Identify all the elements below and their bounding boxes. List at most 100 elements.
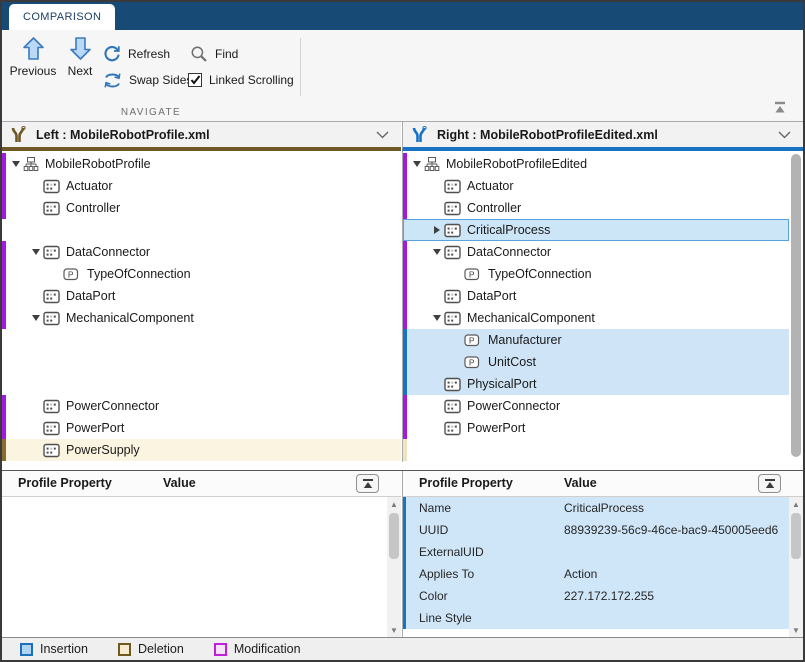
stereotype-icon <box>43 201 60 216</box>
collapse-panel-button[interactable] <box>758 474 781 493</box>
arrow-up-icon <box>22 36 45 61</box>
stereotype-icon <box>43 289 60 304</box>
compare-branch-icon <box>411 126 427 144</box>
tree-row[interactable]: PTypeOfConnection <box>403 263 789 285</box>
tree-row[interactable]: MechanicalComponent <box>403 307 789 329</box>
diff-marker-deletion <box>2 439 6 461</box>
modification-swatch-icon <box>214 643 227 656</box>
tree-row[interactable]: DataPort <box>2 285 401 307</box>
property-row[interactable]: Color227.172.172.255 <box>403 585 789 607</box>
left-property-panel: Profile Property Value ▲ ▼ <box>2 471 401 637</box>
property-row[interactable]: Applies ToAction <box>403 563 789 585</box>
property-row[interactable]: Line Style <box>403 607 789 629</box>
left-pane-header[interactable]: Left : MobileRobotProfile.xml <box>2 122 401 151</box>
tree-row[interactable]: Actuator <box>2 175 401 197</box>
property-row[interactable]: NameCriticalProcess <box>403 497 789 519</box>
property-row[interactable]: ExternalUID <box>403 541 789 563</box>
swap-sides-label: Swap Sides <box>129 73 192 87</box>
tree-row[interactable]: PowerConnector <box>403 395 789 417</box>
tree-item-label: PowerPort <box>467 421 525 435</box>
tree-row[interactable]: DataConnector <box>403 241 789 263</box>
legend-label: Insertion <box>40 642 88 656</box>
previous-button[interactable]: Previous <box>6 36 60 94</box>
toolbar: Previous Next Refresh Swap Sides Find <box>2 30 803 122</box>
tree-row[interactable]: PUnitCost <box>403 351 789 373</box>
stereotype-icon <box>43 311 60 326</box>
property-row[interactable]: UUID88939239-56c9-46ce-bac9-450005eed6..… <box>403 519 789 541</box>
scrollbar-thumb[interactable] <box>791 513 801 559</box>
chevron-down-icon[interactable] <box>778 131 791 139</box>
tree-item-label: DataConnector <box>66 245 150 259</box>
find-label: Find <box>215 47 238 61</box>
tree-row[interactable]: PowerPort <box>403 417 789 439</box>
tree-row[interactable]: PowerPort <box>2 417 401 439</box>
left-property-scrollbar[interactable]: ▲ ▼ <box>387 497 401 637</box>
caret-right-icon[interactable] <box>434 226 440 234</box>
tree-row[interactable]: Actuator <box>403 175 789 197</box>
tree-row[interactable]: PowerSupply <box>2 439 401 461</box>
tree-item-label: MobileRobotProfile <box>45 157 151 171</box>
tree-row[interactable]: DataConnector <box>2 241 401 263</box>
collapse-ribbon-button[interactable] <box>771 101 789 115</box>
tree-row[interactable]: PhysicalPort <box>403 373 789 395</box>
diff-marker-deletion_faint <box>403 439 407 461</box>
tree-row[interactable]: PManufacturer <box>403 329 789 351</box>
right-pane-header[interactable]: Right : MobileRobotProfileEdited.xml <box>402 122 803 151</box>
caret-down-icon[interactable] <box>433 249 441 255</box>
property-name: Line Style <box>419 611 472 625</box>
tree-row[interactable]: MobileRobotProfile <box>2 153 401 175</box>
refresh-button[interactable]: Refresh <box>103 44 170 64</box>
diff-marker-modification <box>403 395 407 417</box>
diff-marker-modification <box>2 417 6 439</box>
svg-text:P: P <box>469 335 475 345</box>
diff-marker-modification <box>403 307 407 329</box>
caret-slot <box>429 226 444 234</box>
legend-item-insertion: Insertion <box>20 642 88 656</box>
caret-down-icon[interactable] <box>413 161 421 167</box>
stereotype-icon <box>444 201 461 216</box>
tree-row[interactable]: Controller <box>2 197 401 219</box>
tree-row[interactable]: CriticalProcess <box>403 219 789 241</box>
tree-row[interactable]: PowerConnector <box>2 395 401 417</box>
linked-scrolling-toggle[interactable]: Linked Scrolling <box>188 70 294 90</box>
caret-down-icon[interactable] <box>433 315 441 321</box>
diff-marker-modification <box>2 241 6 263</box>
find-button[interactable]: Find <box>190 44 238 64</box>
caret-down-icon[interactable] <box>12 161 20 167</box>
scroll-up-arrow-icon[interactable]: ▲ <box>789 497 803 511</box>
legend-item-modification: Modification <box>214 642 301 656</box>
scroll-down-arrow-icon[interactable]: ▼ <box>789 623 803 637</box>
right-tree-scrollbar[interactable] <box>791 154 801 457</box>
scrollbar-thumb[interactable] <box>389 513 399 559</box>
collapse-panel-button[interactable] <box>356 474 379 493</box>
linked-scrolling-label: Linked Scrolling <box>209 73 294 87</box>
tree-item-label: PowerConnector <box>66 399 159 413</box>
chevron-down-icon[interactable] <box>376 131 389 139</box>
diff-marker-modification <box>2 285 6 307</box>
property-name: Name <box>419 501 451 515</box>
tree-row[interactable]: DataPort <box>403 285 789 307</box>
swap-sides-button[interactable]: Swap Sides <box>103 70 192 90</box>
right-property-scrollbar[interactable]: ▲ ▼ <box>789 497 803 637</box>
scroll-down-arrow-icon[interactable]: ▼ <box>387 623 401 637</box>
diff-marker-modification <box>2 307 6 329</box>
tree-row[interactable]: Controller <box>403 197 789 219</box>
insertion-swatch-icon <box>20 643 33 656</box>
caret-down-icon[interactable] <box>32 249 40 255</box>
stereotype-icon <box>444 289 461 304</box>
diff-marker-insertion <box>403 329 407 351</box>
diff-marker-insertion <box>403 351 407 373</box>
tab-comparison[interactable]: COMPARISON <box>9 4 115 30</box>
tree-item-label: TypeOfConnection <box>488 267 592 281</box>
property-value: Action <box>564 567 779 581</box>
next-button[interactable]: Next <box>60 36 100 94</box>
diff-marker-modification <box>403 197 407 219</box>
tree-row[interactable]: PTypeOfConnection <box>2 263 401 285</box>
scrollbar-thumb[interactable] <box>791 154 801 457</box>
diff-marker-modification <box>2 197 6 219</box>
caret-down-icon[interactable] <box>32 315 40 321</box>
scroll-up-arrow-icon[interactable]: ▲ <box>387 497 401 511</box>
tree-row[interactable]: MechanicalComponent <box>2 307 401 329</box>
tree-row[interactable]: MobileRobotProfileEdited <box>403 153 789 175</box>
diff-marker-modification <box>2 153 6 175</box>
